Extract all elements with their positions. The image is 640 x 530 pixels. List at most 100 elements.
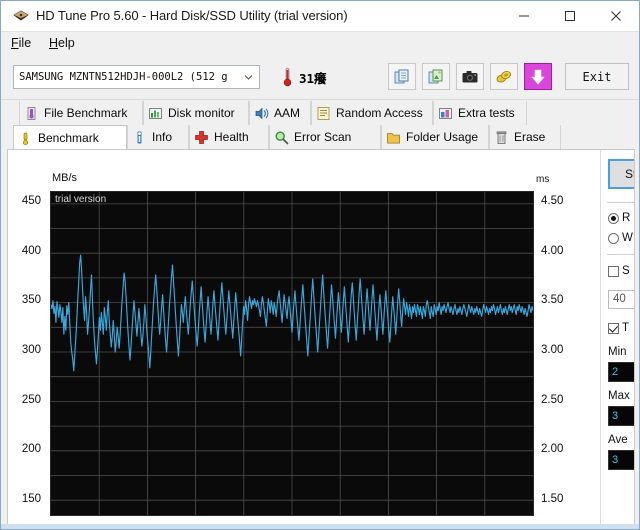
checkbox-transfer-rate-icon	[608, 323, 619, 334]
tab-file-benchmark[interactable]: File Benchmark	[19, 101, 143, 125]
ave-value-box: 3	[608, 450, 635, 470]
tab-benchmark[interactable]: Benchmark	[13, 125, 127, 150]
random-access-icon	[316, 106, 331, 121]
benchmark-panel: MB/s ms 450400350300250200150 4.504.003.…	[7, 149, 635, 525]
close-button[interactable]	[593, 1, 639, 31]
trash-icon	[494, 130, 509, 145]
tab-folder-usage[interactable]: Folder Usage	[381, 125, 489, 149]
trial-version-label: trial version	[55, 194, 106, 205]
y2-tick: 2.50	[538, 394, 578, 406]
benchmark-graph: MB/s ms 450400350300250200150 4.504.003.…	[8, 150, 600, 524]
folder-icon	[386, 130, 401, 145]
camera-icon[interactable]	[456, 63, 484, 90]
min-label: Min	[608, 346, 627, 358]
tab-health[interactable]: Health	[189, 125, 269, 149]
short-stroke-value: 40	[613, 293, 626, 305]
start-button[interactable]: Sta	[608, 159, 635, 189]
speaker-icon	[254, 106, 269, 121]
tab-error-scan[interactable]: Error Scan	[269, 125, 381, 149]
tab-label: AAM	[274, 107, 300, 119]
y2-tick: 3.00	[538, 344, 578, 356]
y2-tick: 3.50	[538, 294, 578, 306]
window-bottom-edge	[1, 524, 639, 529]
y-tick: 350	[8, 294, 44, 306]
radio-read[interactable]: R	[608, 212, 630, 224]
download-icon[interactable]	[524, 63, 552, 90]
tab-label: Extra tests	[458, 107, 515, 119]
radio-read-icon	[608, 213, 619, 224]
disk-icon	[13, 9, 29, 25]
y-tick: 250	[8, 394, 44, 406]
menu-help[interactable]: Help	[49, 36, 75, 50]
menu-file[interactable]: File	[11, 36, 31, 50]
minimize-button[interactable]	[501, 1, 547, 31]
menu-file-rest: ile	[19, 36, 32, 50]
copy-green-icon[interactable]	[422, 63, 450, 90]
maximize-button[interactable]	[547, 1, 593, 31]
max-value-box: 3	[608, 406, 635, 426]
health-icon	[194, 130, 209, 145]
copy-blue-icon[interactable]	[388, 63, 416, 90]
plot-svg	[51, 192, 533, 515]
radio-read-label: R	[622, 212, 630, 224]
radio-write-label: W	[622, 232, 633, 244]
checkbox-transfer-rate[interactable]: T	[608, 322, 629, 334]
min-value: 2	[612, 366, 618, 378]
file-benchmark-icon	[24, 106, 39, 121]
radio-write[interactable]: W	[608, 232, 633, 244]
tab-label: Disk monitor	[168, 107, 235, 119]
tab-label: Benchmark	[38, 132, 99, 144]
window-title: HD Tune Pro 5.60 - Hard Disk/SSD Utility…	[36, 8, 348, 23]
magnifier-icon	[274, 130, 289, 145]
ave-label: Ave	[608, 434, 628, 446]
tab-row-bottom: Benchmark Info Health Error Scan Folder Usag…	[1, 125, 639, 149]
tab-label: Info	[152, 131, 172, 143]
tab-aam[interactable]: AAM	[249, 101, 311, 125]
tab-erase[interactable]: Erase	[489, 125, 561, 149]
y-tick: 200	[8, 443, 44, 455]
min-value-box: 2	[608, 362, 635, 382]
temperature-value: 31癢	[299, 68, 327, 87]
y-tick: 400	[8, 245, 44, 257]
coins-icon[interactable]	[490, 63, 518, 90]
tab-disk-monitor[interactable]: Disk monitor	[143, 101, 249, 125]
y-tick: 300	[8, 344, 44, 356]
radio-write-icon	[608, 233, 619, 244]
checkbox-short-stroke-icon	[608, 266, 619, 277]
y2-tick: 4.00	[538, 245, 578, 257]
chevron-down-icon[interactable]	[241, 66, 255, 88]
drive-select[interactable]: SAMSUNG MZNTN512HDJH-000L2 (512 g	[13, 65, 260, 89]
exit-button[interactable]: Exit	[565, 63, 629, 90]
y2-tick: 1.50	[538, 493, 578, 505]
hd-tune-window: HD Tune Pro 5.60 - Hard Disk/SSD Utility…	[0, 0, 640, 530]
tab-extra-tests[interactable]: Extra tests	[433, 101, 527, 125]
start-button-label: Sta	[625, 167, 635, 181]
ave-value: 3	[612, 454, 618, 466]
divider-2	[607, 254, 635, 255]
tab-label: Health	[214, 131, 249, 143]
tab-random-access[interactable]: Random Access	[311, 101, 433, 125]
tab-label: Erase	[514, 131, 545, 143]
tab-info[interactable]: Info	[127, 125, 189, 149]
y-tick: 450	[8, 195, 44, 207]
y-axis-label: MB/s	[52, 172, 77, 184]
tab-label: Folder Usage	[406, 131, 478, 143]
tab-label: Error Scan	[294, 131, 351, 143]
transfer-rate-plot: trial version	[50, 191, 534, 516]
tab-label: File Benchmark	[44, 107, 127, 119]
checkbox-short-stroke[interactable]: S	[608, 265, 630, 277]
menu-bar: File Help	[1, 32, 639, 56]
y2-tick: 2.00	[538, 443, 578, 455]
benchmark-options-panel: Sta R W S 40 T Min	[600, 150, 635, 524]
y2-axis-label: ms	[536, 174, 549, 185]
max-label: Max	[608, 390, 630, 402]
tab-label: Random Access	[336, 107, 423, 119]
temperature-display: 31癢	[279, 64, 345, 90]
divider-1	[607, 202, 635, 203]
checkbox-short-stroke-label: S	[622, 265, 630, 277]
extra-tests-icon	[438, 106, 453, 121]
y-tick: 150	[8, 493, 44, 505]
exit-button-label: Exit	[583, 70, 612, 84]
short-stroke-input[interactable]: 40	[608, 290, 635, 309]
max-value: 3	[612, 410, 618, 422]
